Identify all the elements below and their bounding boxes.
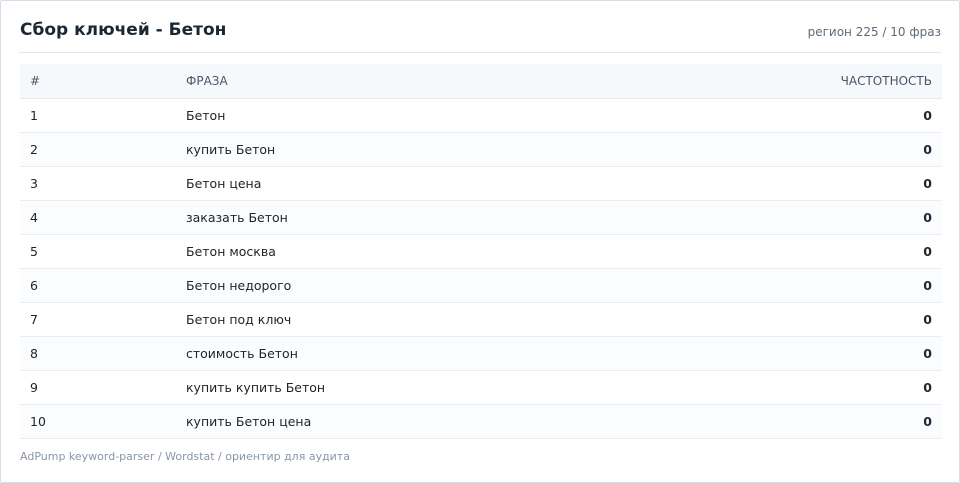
row-number: 8: [20, 336, 176, 371]
row-phrase: заказать Бетон: [176, 200, 676, 235]
row-frequency: 0: [676, 336, 942, 371]
table-row: 3 Бетон цена 0: [20, 166, 942, 201]
row-phrase: Бетон недорого: [176, 268, 676, 303]
row-number: 2: [20, 132, 176, 167]
row-frequency: 0: [676, 166, 942, 201]
row-frequency: 0: [676, 370, 942, 405]
row-phrase: купить Бетон: [176, 132, 676, 167]
row-number: 6: [20, 268, 176, 303]
row-phrase: Бетон: [176, 98, 676, 133]
keywords-table: # ФРАЗА ЧАСТОТНОСТЬ 1 Бетон 0 2 купить Б…: [20, 64, 942, 439]
row-phrase: стоимость Бетон: [176, 336, 676, 371]
page-title: Сбор ключей - Бетон: [20, 20, 227, 40]
table-row: 1 Бетон 0: [20, 98, 942, 133]
row-frequency: 0: [676, 98, 942, 133]
table-row: 4 заказать Бетон 0: [20, 200, 942, 235]
table-row: 2 купить Бетон 0: [20, 132, 942, 167]
footer-note: AdPump keyword-parser / Wordstat / ориен…: [20, 450, 350, 463]
row-frequency: 0: [676, 234, 942, 269]
row-phrase: Бетон цена: [176, 166, 676, 201]
row-number: 9: [20, 370, 176, 405]
column-header-phrase[interactable]: ФРАЗА: [176, 64, 676, 99]
region-phrase-count: регион 225 / 10 фраз: [807, 25, 941, 39]
table-row: 9 купить купить Бетон 0: [20, 370, 942, 405]
row-phrase: купить купить Бетон: [176, 370, 676, 405]
row-phrase: купить Бетон цена: [176, 404, 676, 439]
card-header: Сбор ключей - Бетон регион 225 / 10 фраз: [19, 1, 941, 53]
column-header-frequency[interactable]: ЧАСТОТНОСТЬ: [676, 64, 942, 99]
row-number: 4: [20, 200, 176, 235]
keywords-card: Сбор ключей - Бетон регион 225 / 10 фраз…: [0, 0, 960, 483]
row-frequency: 0: [676, 200, 942, 235]
row-phrase: Бетон москва: [176, 234, 676, 269]
column-header-number[interactable]: #: [20, 64, 176, 99]
row-number: 1: [20, 98, 176, 133]
row-phrase: Бетон под ключ: [176, 302, 676, 337]
row-number: 10: [20, 404, 176, 439]
table-row: 6 Бетон недорого 0: [20, 268, 942, 303]
row-number: 3: [20, 166, 176, 201]
row-number: 7: [20, 302, 176, 337]
row-frequency: 0: [676, 132, 942, 167]
row-number: 5: [20, 234, 176, 269]
row-frequency: 0: [676, 302, 942, 337]
row-frequency: 0: [676, 404, 942, 439]
table-row: 8 стоимость Бетон 0: [20, 336, 942, 371]
table-row: 10 купить Бетон цена 0: [20, 404, 942, 439]
table-row: 7 Бетон под ключ 0: [20, 302, 942, 337]
table-header-row: # ФРАЗА ЧАСТОТНОСТЬ: [20, 64, 942, 99]
row-frequency: 0: [676, 268, 942, 303]
table-row: 5 Бетон москва 0: [20, 234, 942, 269]
